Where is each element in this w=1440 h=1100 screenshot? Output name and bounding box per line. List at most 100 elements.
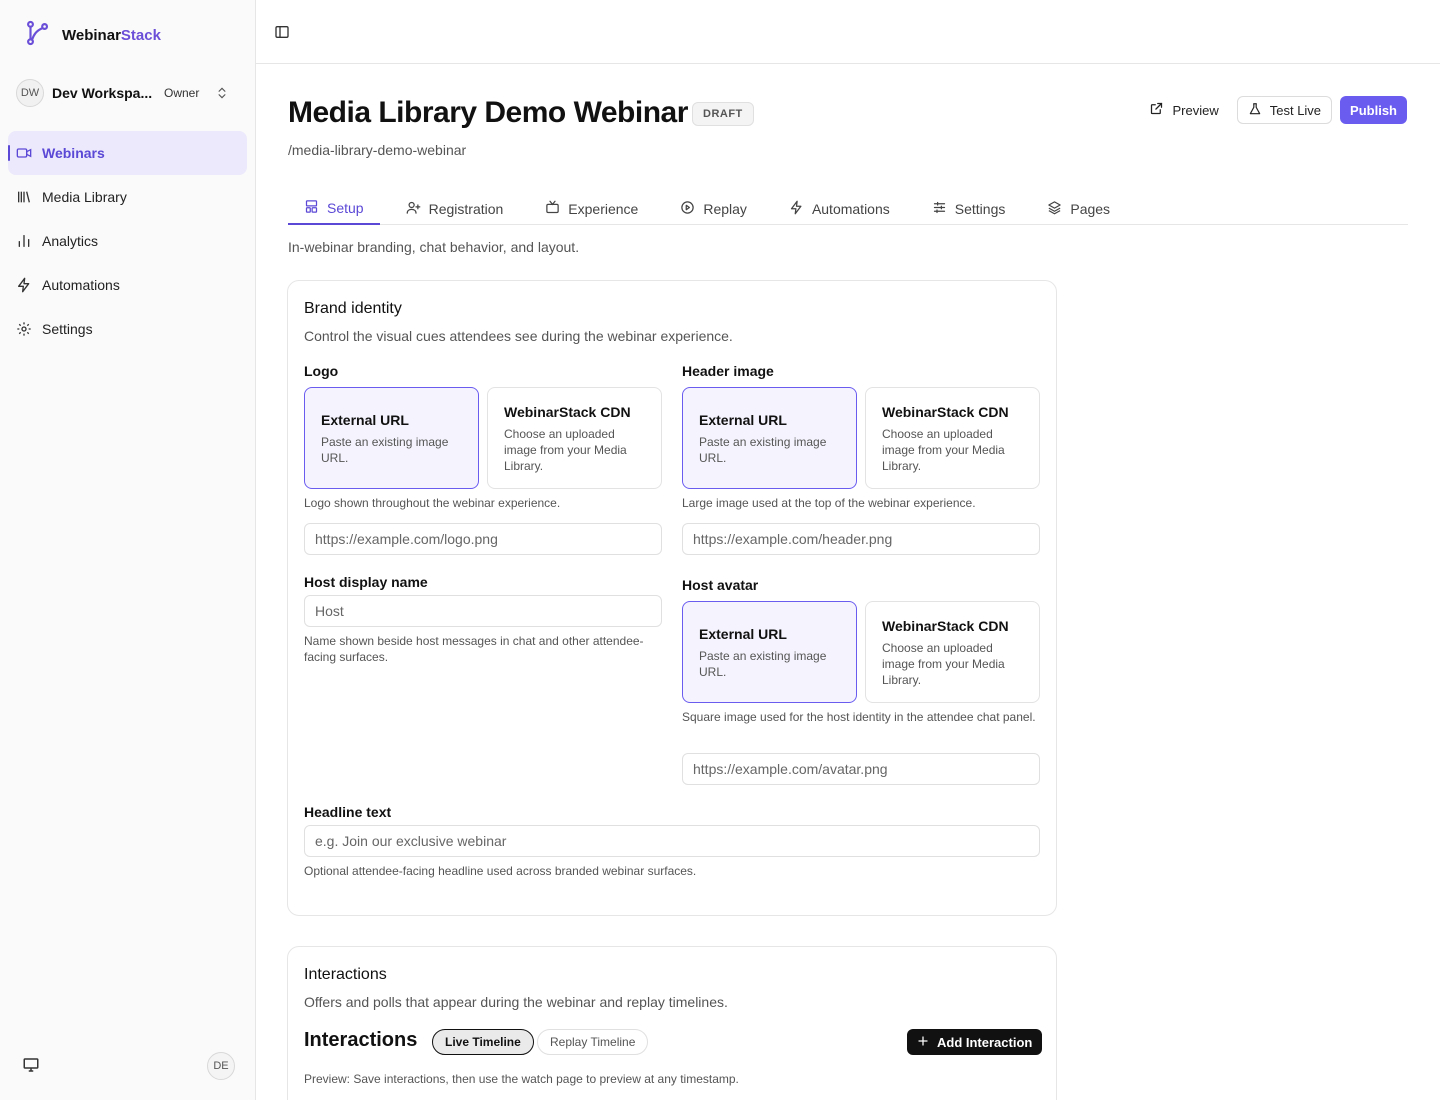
logo-label: Logo	[304, 363, 339, 379]
headline-input[interactable]	[304, 825, 1040, 857]
tab-bar: Setup Registration Experience Replay Aut…	[288, 192, 1408, 225]
monitor-icon[interactable]	[22, 1056, 40, 1079]
sidebar-item-label: Analytics	[42, 233, 99, 249]
tab-experience[interactable]: Experience	[529, 192, 654, 225]
preview-label: Preview	[1172, 102, 1219, 118]
option-title: External URL	[321, 412, 409, 428]
chevron-up-down-icon	[215, 86, 229, 100]
header-image-external-url-option[interactable]: External URL Paste an existing image URL…	[682, 387, 857, 489]
host-name-hint: Name shown beside host messages in chat …	[304, 634, 644, 664]
host-avatar-url-input[interactable]	[682, 753, 1040, 785]
tab-label: Setup	[327, 199, 364, 216]
sidebar: WebinarStack DW Dev Workspa... Owner Web…	[0, 0, 256, 1100]
workspace-role: Owner	[164, 86, 200, 100]
flask-icon	[1248, 102, 1262, 119]
bar-chart-icon	[16, 233, 32, 249]
brand-identity-card: Brand identity Control the visual cues a…	[287, 280, 1057, 916]
host-avatar-label: Host avatar	[682, 577, 759, 593]
external-link-icon	[1149, 101, 1164, 119]
tab-label: Pages	[1070, 200, 1111, 217]
workspace-name: Dev Workspa...	[52, 85, 153, 101]
logo-icon	[24, 20, 50, 51]
sliders-icon	[932, 200, 947, 218]
host-avatar-hint: Square image used for the host identity …	[682, 710, 1036, 724]
option-title: WebinarStack CDN	[504, 404, 631, 420]
brand-name: WebinarStack	[62, 27, 161, 44]
tab-label: Settings	[954, 200, 1006, 217]
lightning-icon	[16, 277, 32, 293]
test-live-label: Test Live	[1269, 102, 1322, 118]
card-subtitle: Control the visual cues attendees see du…	[304, 328, 733, 344]
layers-icon	[1047, 200, 1062, 218]
tab-registration[interactable]: Registration	[390, 192, 520, 225]
sidebar-item-webinars[interactable]: Webinars	[8, 131, 247, 175]
host-avatar-external-url-option[interactable]: External URL Paste an existing image URL…	[682, 601, 857, 703]
sidebar-nav: Webinars Media Library Analytics Automat…	[8, 131, 247, 351]
plus-icon	[917, 1035, 929, 1050]
library-icon	[16, 189, 32, 205]
user-plus-icon	[406, 200, 421, 218]
option-description: Paste an existing image URL.	[321, 435, 449, 465]
user-avatar[interactable]: DE	[207, 1052, 235, 1080]
tab-label: Automations	[811, 200, 890, 217]
interactions-note: Preview: Save interactions, then use the…	[304, 1072, 739, 1086]
host-name-label: Host display name	[304, 574, 428, 590]
option-description: Choose an uploaded image from your Media…	[882, 427, 1005, 473]
sidebar-item-settings[interactable]: Settings	[8, 307, 247, 351]
workspace-switcher[interactable]: DW Dev Workspa... Owner	[16, 78, 240, 108]
sidebar-item-label: Media Library	[42, 189, 127, 205]
top-bar	[256, 0, 1440, 64]
webinar-slug: /media-library-demo-webinar	[288, 142, 467, 158]
tab-replay[interactable]: Replay	[664, 192, 763, 225]
tab-automations[interactable]: Automations	[773, 192, 906, 225]
tab-label: Registration	[428, 200, 504, 217]
video-icon	[16, 145, 32, 161]
option-description: Paste an existing image URL.	[699, 649, 827, 679]
tab-pages[interactable]: Pages	[1031, 192, 1126, 225]
brand[interactable]: WebinarStack	[24, 20, 161, 51]
lightning-icon	[789, 200, 804, 218]
sidebar-item-label: Automations	[42, 277, 120, 293]
sidebar-item-automations[interactable]: Automations	[8, 263, 247, 307]
publish-button[interactable]: Publish	[1340, 96, 1407, 124]
status-badge: DRAFT	[692, 102, 754, 126]
option-title: External URL	[699, 412, 787, 428]
page-title: Media Library Demo Webinar	[288, 96, 688, 129]
tv-icon	[545, 200, 560, 218]
header-image-label: Header image	[682, 363, 774, 379]
logo-external-url-option[interactable]: External URL Paste an existing image URL…	[304, 387, 479, 489]
card-title: Brand identity	[304, 300, 402, 317]
workspace-avatar: DW	[16, 79, 44, 107]
logo-url-input[interactable]	[304, 523, 662, 555]
header-image-hint: Large image used at the top of the webin…	[682, 496, 976, 510]
live-timeline-toggle[interactable]: Live Timeline	[432, 1029, 534, 1055]
tab-setup[interactable]: Setup	[288, 192, 380, 225]
logo-cdn-option[interactable]: WebinarStack CDN Choose an uploaded imag…	[487, 387, 662, 489]
play-circle-icon	[680, 200, 695, 218]
sidebar-item-analytics[interactable]: Analytics	[8, 219, 247, 263]
header-actions: Preview Test Live Publish	[1139, 96, 1407, 124]
interactions-heading: Interactions	[304, 1029, 418, 1051]
card-title: Interactions	[304, 966, 387, 983]
headline-hint: Optional attendee-facing headline used a…	[304, 864, 697, 878]
gear-icon	[16, 321, 32, 337]
host-avatar-cdn-option[interactable]: WebinarStack CDN Choose an uploaded imag…	[865, 601, 1040, 703]
tab-label: Experience	[568, 200, 639, 217]
option-title: External URL	[699, 626, 787, 642]
replay-timeline-toggle[interactable]: Replay Timeline	[537, 1029, 649, 1055]
add-interaction-button[interactable]: Add Interaction	[907, 1029, 1043, 1055]
sidebar-toggle-icon[interactable]	[274, 24, 290, 45]
card-subtitle: Offers and polls that appear during the …	[304, 994, 728, 1010]
test-live-button[interactable]: Test Live	[1236, 96, 1333, 124]
tab-settings[interactable]: Settings	[916, 192, 1022, 225]
host-name-input[interactable]	[304, 595, 662, 627]
option-description: Paste an existing image URL.	[699, 435, 827, 465]
add-interaction-label: Add Interaction	[937, 1034, 1033, 1050]
layout-icon	[304, 199, 319, 217]
preview-button[interactable]: Preview	[1139, 96, 1228, 124]
header-image-cdn-option[interactable]: WebinarStack CDN Choose an uploaded imag…	[865, 387, 1040, 489]
tab-label: Replay	[703, 200, 747, 217]
sidebar-item-media-library[interactable]: Media Library	[8, 175, 247, 219]
tab-description: In-webinar branding, chat behavior, and …	[288, 239, 580, 255]
header-image-url-input[interactable]	[682, 523, 1040, 555]
